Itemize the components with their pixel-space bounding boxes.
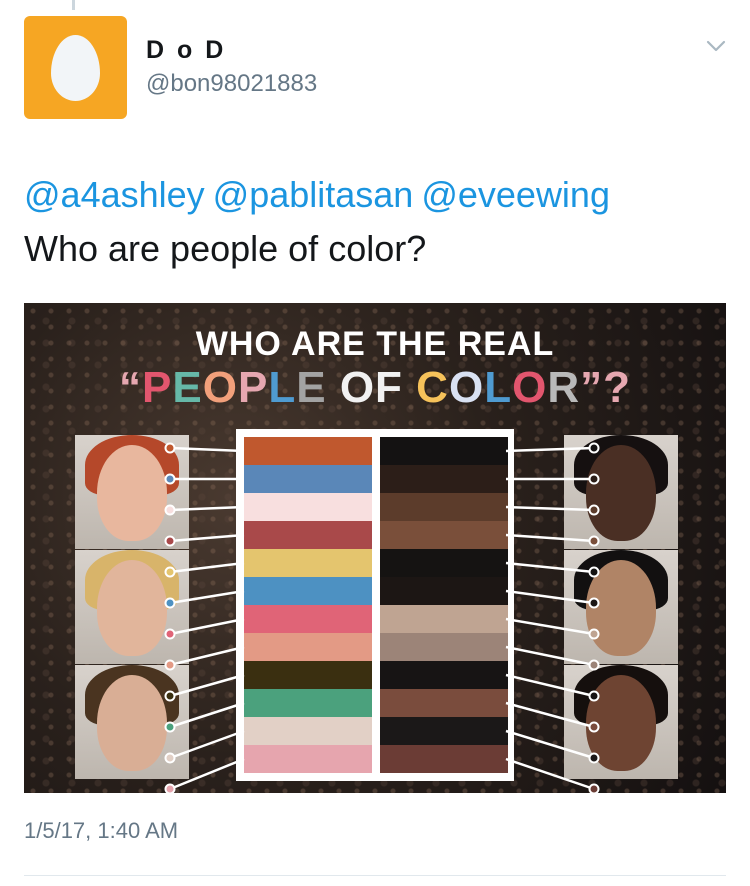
mention-link[interactable]: @a4ashley — [24, 174, 205, 215]
default-egg-icon — [51, 35, 100, 101]
divider — [24, 875, 726, 876]
connector-line — [169, 701, 245, 729]
connector-line — [505, 589, 595, 605]
connector-line — [169, 673, 245, 698]
connector-line — [169, 446, 245, 453]
connector-dot — [588, 783, 600, 793]
connector-dot — [588, 442, 600, 454]
connector-dot — [164, 752, 176, 764]
connector-line — [505, 533, 595, 543]
connector-line — [505, 645, 595, 667]
connector-dot — [588, 752, 600, 764]
connector-dot — [164, 721, 176, 733]
connector-dot — [164, 690, 176, 702]
connector-line — [169, 757, 245, 791]
connector-dot — [164, 659, 176, 671]
connector-dot — [588, 597, 600, 609]
connector-line — [505, 729, 595, 760]
connector-line — [169, 589, 245, 605]
connector-line — [169, 505, 245, 512]
mention-link[interactable]: @pablitasan — [213, 174, 414, 215]
tweet-media-image[interactable]: WHO ARE THE REAL “PEOPLE OF COLOR”? — [24, 303, 726, 793]
connector-line — [169, 645, 245, 667]
connector-line — [505, 701, 595, 729]
connector-dot — [164, 783, 176, 793]
connector-dot — [164, 628, 176, 640]
tweet-text: @a4ashley @pablitasan @eveewing Who are pe… — [24, 168, 724, 276]
connector-line — [169, 729, 245, 760]
connector-line — [505, 561, 595, 574]
connector-dot — [588, 659, 600, 671]
connector-dot — [588, 690, 600, 702]
connector-line — [505, 446, 595, 453]
connector-dot — [164, 566, 176, 578]
connector-line — [169, 617, 245, 636]
connector-line — [505, 673, 595, 698]
connector-dot — [588, 628, 600, 640]
conversation-thread-line — [72, 0, 75, 10]
connector-dot — [588, 535, 600, 547]
chevron-down-icon[interactable] — [706, 40, 726, 52]
mention-link[interactable]: @eveewing — [421, 174, 610, 215]
display-name[interactable]: D o D — [146, 36, 226, 65]
connector-line — [169, 561, 245, 574]
tweet-body: Who are people of color? — [24, 228, 427, 269]
connector-line — [169, 533, 245, 543]
connector-dot — [164, 597, 176, 609]
tweet-timestamp[interactable]: 1/5/17, 1:40 AM — [24, 818, 178, 844]
connector-dot — [164, 442, 176, 454]
connector-dot — [164, 473, 176, 485]
connector-dot — [588, 566, 600, 578]
user-avatar[interactable] — [24, 16, 127, 119]
connector-dot — [588, 504, 600, 516]
user-handle[interactable]: @bon98021883 — [146, 70, 317, 98]
connector-dot — [588, 473, 600, 485]
connector-dot — [588, 721, 600, 733]
connector-line — [505, 505, 595, 512]
mentions-line: @a4ashley @pablitasan @eveewing — [24, 168, 724, 222]
connector-dot — [164, 535, 176, 547]
connector-dot — [164, 504, 176, 516]
connector-line — [505, 617, 595, 636]
connector-lines — [164, 442, 600, 793]
connector-line — [505, 757, 595, 791]
